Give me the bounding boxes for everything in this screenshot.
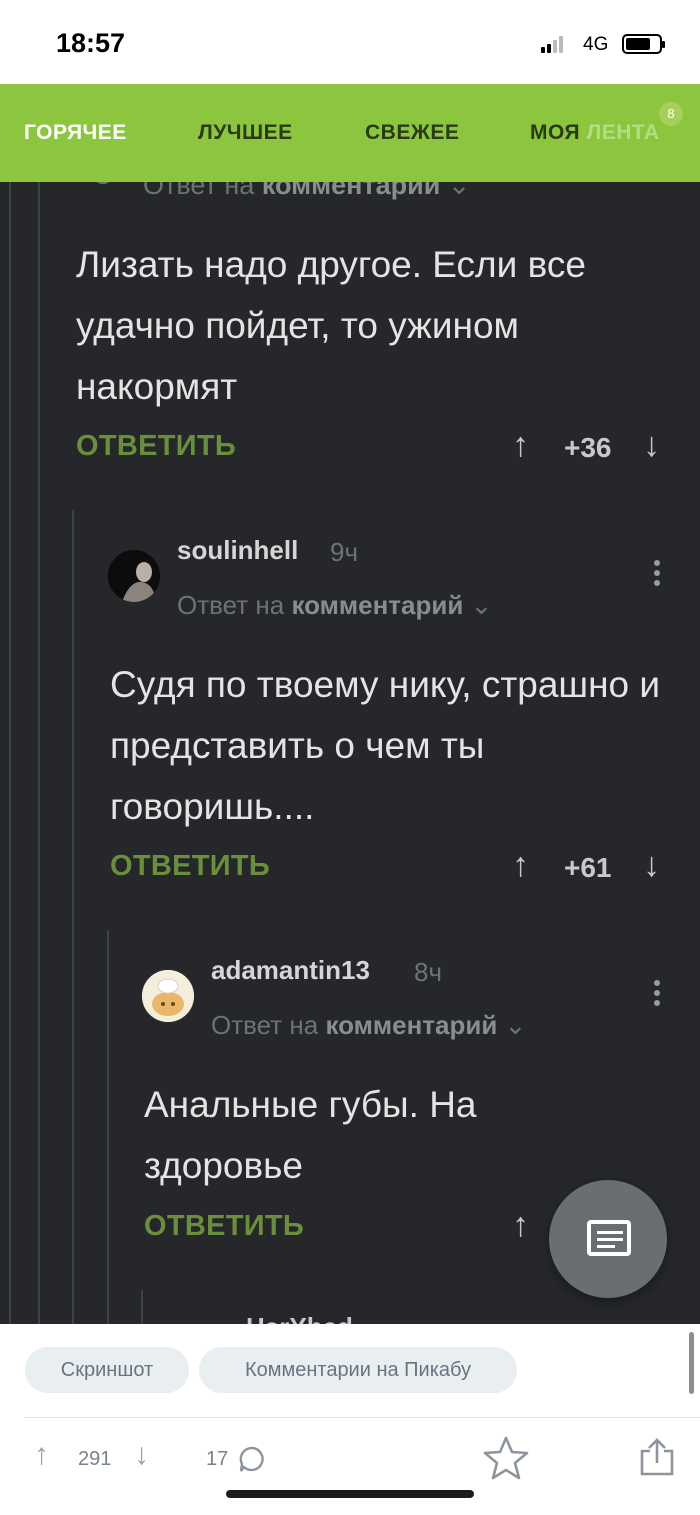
tab-my-feed[interactable]: МОЯ ЛЕНТА — [530, 121, 660, 145]
post-rating: 291 — [78, 1448, 112, 1470]
upvote-icon[interactable]: ↑ — [512, 426, 529, 465]
comment-score: +36 — [564, 432, 612, 463]
comments-icon[interactable] — [238, 1445, 266, 1473]
username[interactable]: HarYhed — [246, 1312, 353, 1324]
more-options-icon[interactable] — [654, 560, 660, 590]
reply-to-link[interactable]: Ответ на комментарий ⌄ — [177, 590, 492, 621]
tab-fresh[interactable]: СВЕЖЕЕ — [365, 121, 459, 145]
signal-icon — [541, 36, 563, 53]
upvote-icon[interactable]: ↑ — [512, 1206, 529, 1245]
scrollbar[interactable] — [689, 1332, 694, 1394]
reply-button[interactable]: ОТВЕТИТЬ — [110, 850, 270, 883]
username[interactable]: soulinhell — [177, 535, 298, 566]
post-upvote-icon[interactable]: ↑ — [34, 1438, 49, 1472]
comment-time: 8ч — [414, 957, 443, 987]
reply-target: комментарий — [261, 182, 441, 200]
reply-prefix: Ответ на — [211, 1010, 326, 1040]
divider — [24, 1417, 700, 1418]
reply-button[interactable]: ОТВЕТИТЬ — [144, 1210, 304, 1243]
username[interactable]: adamantin13 — [211, 955, 370, 986]
avatar[interactable] — [142, 970, 194, 1022]
tag-chip[interactable]: Скриншот — [25, 1347, 189, 1393]
tab-hot[interactable]: ГОРЯЧЕЕ — [24, 121, 127, 145]
comment-icon — [587, 1220, 631, 1256]
upvote-icon[interactable]: ↑ — [512, 846, 529, 885]
status-bar: 18:57 4G — [0, 0, 700, 84]
reply-to-link[interactable]: Ответ на комментарий ⌄ — [211, 1010, 526, 1041]
star-icon[interactable] — [482, 1435, 530, 1481]
tag-chip[interactable]: Комментарии на Пикабу — [199, 1347, 517, 1393]
thread-line — [141, 1290, 143, 1324]
comment-time: 9ч — [330, 537, 359, 567]
tab-my-feed-label-fade: ЛЕНТА — [586, 121, 660, 144]
downvote-icon[interactable]: ↓ — [643, 426, 660, 465]
post-footer: Скриншот Комментарии на Пикабу ↑ 291 ↓ 1… — [0, 1324, 700, 1515]
thread-line — [38, 182, 40, 1324]
feed-tabs: ГОРЯЧЕЕ ЛУЧШЕЕ СВЕЖЕЕ МОЯ ЛЕНТА 8 — [0, 84, 700, 182]
downvote-icon[interactable]: ↓ — [643, 846, 660, 885]
more-options-icon[interactable] — [654, 980, 660, 1010]
battery-icon — [622, 34, 665, 54]
reply-target: комментарий — [325, 1010, 498, 1040]
status-time: 18:57 — [56, 28, 126, 58]
reply-prefix: Ответ на — [143, 182, 262, 200]
comments-area[interactable]: Ответ на комментарий ⌄ Лизать надо друго… — [0, 182, 700, 1324]
comments-count[interactable]: 17 — [206, 1448, 228, 1471]
tab-best[interactable]: ЛУЧШЕЕ — [198, 121, 293, 145]
avatar-image — [108, 550, 160, 602]
comment-score: +61 — [564, 852, 612, 883]
share-icon[interactable] — [638, 1437, 676, 1477]
comment-text: Лизать надо другое. Если все удачно пойд… — [76, 244, 586, 407]
avatar[interactable] — [108, 550, 160, 602]
tab-my-feed-label: МОЯ — [530, 121, 587, 144]
thread-line — [9, 182, 11, 1324]
reply-prefix: Ответ на — [177, 590, 292, 620]
post-downvote-icon[interactable]: ↓ — [134, 1438, 149, 1472]
tab-badge: 8 — [659, 102, 683, 126]
reply-target: комментарий — [291, 590, 464, 620]
avatar-image — [142, 970, 194, 1022]
write-comment-button[interactable] — [549, 1180, 667, 1298]
avatar[interactable] — [92, 182, 114, 184]
comment-text: Анальные губы. На здоровье — [144, 1084, 477, 1186]
home-indicator — [226, 1490, 474, 1498]
thread-line — [72, 510, 74, 1324]
network-label: 4G — [583, 34, 609, 55]
thread-line — [107, 930, 109, 1324]
reply-button[interactable]: ОТВЕТИТЬ — [76, 430, 236, 463]
reply-to-link[interactable]: Ответ на комментарий ⌄ — [143, 182, 470, 201]
comment-text: Судя по твоему нику, страшно и представи… — [110, 664, 661, 827]
